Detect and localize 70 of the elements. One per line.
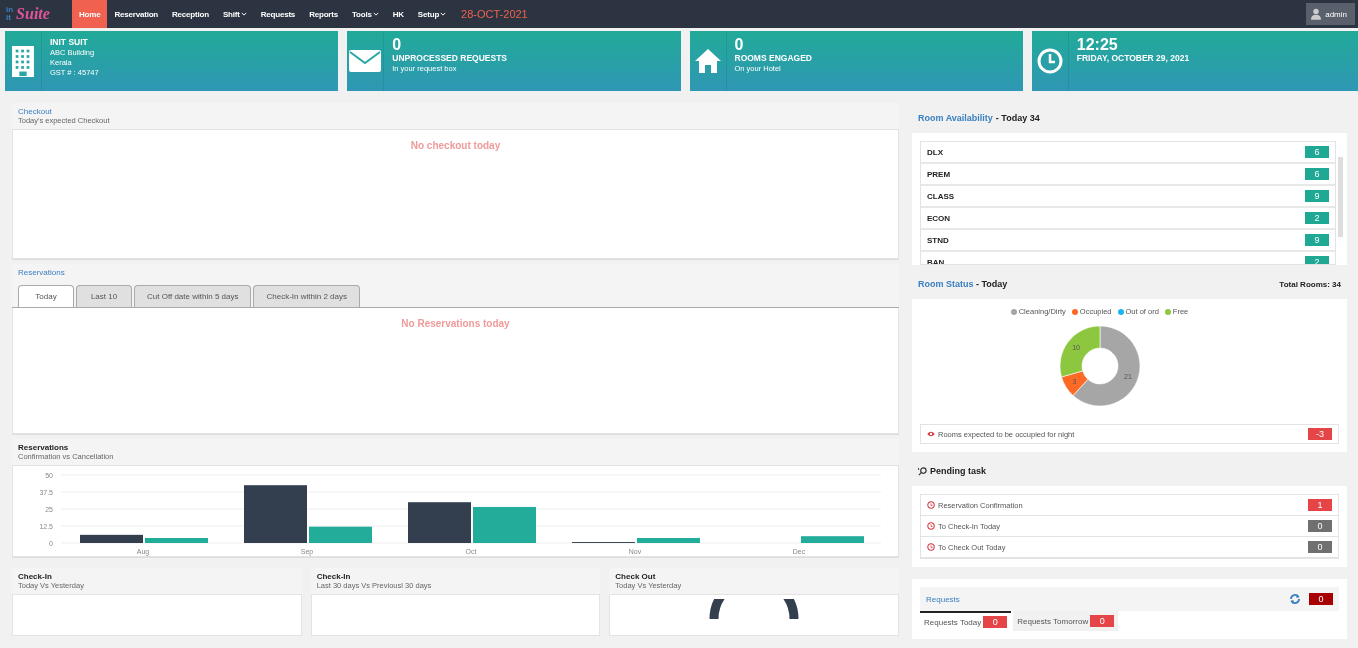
clock-icon [927,522,935,530]
count-badge: 0 [1090,615,1115,627]
bar [472,506,536,543]
section-subtitle: - Today [976,279,1008,289]
menu-item[interactable]: HK [385,0,411,28]
tab[interactable]: Check-In within 2 days [253,285,360,307]
refresh-icon[interactable] [1289,593,1301,605]
count-badge: 0 [1308,520,1332,532]
building-icon [12,45,34,77]
panel-title: Checkout [18,107,53,116]
menu-item[interactable]: Setup [410,0,454,28]
count-badge: 2 [1305,212,1329,224]
count-badge: 0 [1309,593,1333,605]
tab[interactable]: Requests Tomorrow 0 [1013,611,1119,631]
count-badge: 6 [1305,146,1329,158]
tab[interactable]: Requests Today 0 [920,611,1012,631]
user-menu-button[interactable]: admin [1306,3,1355,25]
clock-icon [927,501,935,509]
tab[interactable]: Cut Off date within 5 days [134,285,252,307]
menu-item[interactable]: Requests [253,0,303,28]
stat-title: ROOMS ENGAGED [734,53,812,64]
clock-icon [1036,48,1063,74]
bar [800,536,864,543]
clock-icon [927,543,935,551]
house-icon [693,48,722,74]
panel-title: Reservations [18,443,70,452]
stat-value: 0 [392,37,403,53]
section-title: Pending task [930,466,986,476]
panel-title: Check Out [615,572,657,581]
room-type-label: CLASS [927,191,955,201]
stat-title: FRIDAY, OCTOBER 29, 2021 [1076,53,1190,64]
stat-title: INIT SUIT [50,37,89,48]
stat-title: UNPROCESSED REQUESTS [392,53,508,64]
empty-message: No checkout today [410,140,501,151]
menu-item[interactable]: Reception [165,0,216,28]
section-title: Requests [926,594,960,604]
room-type-label: BAN [927,257,945,264]
menu-item[interactable]: Shift [215,0,254,28]
panel-title: Check-In [316,572,352,581]
room-type-label: DLX [927,147,943,157]
user-silhouette-icon [1311,8,1322,20]
section-title: Room Availability [918,113,993,123]
section-title: Room Status [918,279,974,289]
envelope-icon [349,50,382,72]
empty-message: No Reservations today [401,318,510,329]
room-type-label: ECON [927,213,951,223]
menu-item[interactable]: Reservation [107,0,166,28]
menu-item[interactable]: Tools [344,0,386,28]
section-subtitle: - Today 34 [995,113,1040,123]
panel-title: Check-In [18,572,53,581]
tab[interactable]: Last 10 [76,285,132,307]
total-rooms: Total Rooms: 34 [1279,279,1341,289]
count-badge: 9 [1305,190,1329,202]
bar [407,502,471,543]
count-badge: 1 [1308,499,1332,511]
stat-value: 12:25 [1076,37,1119,53]
room-type-label: PREM [927,169,951,179]
count-badge: 9 [1305,234,1329,246]
stat-value: 0 [734,37,745,53]
current-date: 28-OCT-2021 [461,8,528,20]
panel-title: Reservations [18,268,66,277]
count-badge: 6 [1305,168,1329,180]
count-badge: -3 [1308,428,1332,440]
menu-item[interactable]: Reports [302,0,345,28]
eye-icon [927,431,935,437]
scrollbar[interactable] [1338,157,1343,237]
tab[interactable]: Today [18,285,74,307]
room-type-label: STND [927,235,949,245]
count-badge: 0 [983,616,1008,628]
count-badge: 0 [1308,541,1332,553]
